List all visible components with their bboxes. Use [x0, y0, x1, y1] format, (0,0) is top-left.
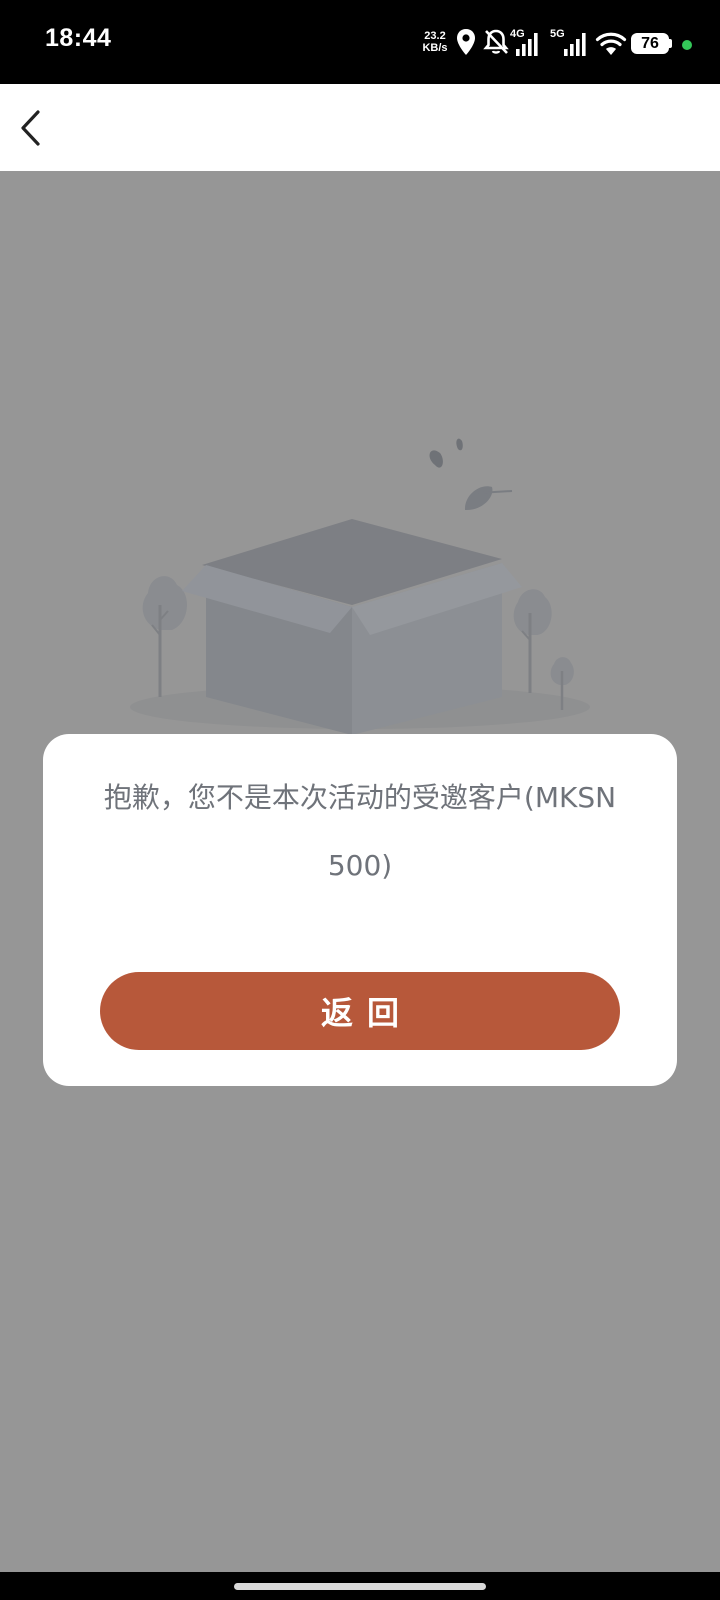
invite-error-dialog: 抱歉，您不是本次活动的受邀客户(MKSN500) 返回 — [43, 734, 677, 1086]
home-indicator[interactable] — [234, 1583, 486, 1590]
network-speed-value: 23.2 — [424, 30, 446, 42]
status-bar: 18:44 23.2 KB/s 4G 5G 76 — [0, 0, 720, 84]
dialog-message: 抱歉，您不是本次活动的受邀客户(MKSN500) — [103, 781, 617, 882]
battery-icon: 76 — [631, 33, 669, 54]
header-bar — [0, 84, 720, 171]
network-speed: 23.2 KB/s — [418, 30, 452, 54]
system-navigation-bar — [0, 1572, 720, 1600]
empty-box-icon — [130, 438, 590, 735]
wifi-icon — [595, 32, 627, 55]
network-speed-unit: KB/s — [422, 42, 448, 54]
status-dot-icon — [682, 40, 692, 50]
location-icon — [457, 29, 475, 55]
status-time: 18:44 — [45, 24, 112, 52]
bell-off-icon — [483, 29, 509, 54]
signal-5g-icon — [564, 33, 586, 56]
chevron-left-icon[interactable] — [14, 106, 54, 150]
return-button[interactable]: 返回 — [100, 972, 620, 1050]
signal-4g-icon — [516, 33, 538, 56]
battery-tip — [669, 39, 672, 48]
